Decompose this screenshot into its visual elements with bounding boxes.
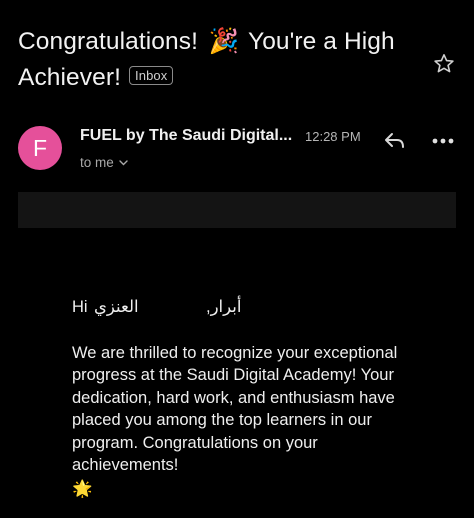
- sender-avatar[interactable]: F: [18, 126, 62, 170]
- sender-name[interactable]: FUEL by The Saudi Digital...: [80, 127, 292, 145]
- reply-icon: [385, 133, 404, 148]
- chevron-down-icon: [119, 154, 128, 169]
- email-header: Congratulations! 🎉 You're a High Achieve…: [18, 24, 418, 96]
- email-body: Hi العنزي أبرار, We are thrilled to reco…: [72, 296, 417, 501]
- email-paragraph: We are thrilled to recognize your except…: [72, 342, 417, 501]
- email-subject: Congratulations! 🎉 You're a High Achieve…: [18, 24, 418, 96]
- subject-text-start: Congratulations!: [18, 28, 205, 55]
- paragraph-text: We are thrilled to recognize your except…: [72, 344, 398, 475]
- email-greeting: Hi العنزي أبرار,: [72, 296, 417, 320]
- recipient-label: to me: [80, 155, 114, 170]
- sender-row: F FUEL by The Saudi Digital... 12:28 PM …: [18, 126, 456, 176]
- star-icon: [434, 54, 454, 73]
- glowing-star-emoji: 🌟: [72, 480, 93, 499]
- reply-button[interactable]: [382, 130, 408, 152]
- star-button[interactable]: [432, 52, 456, 76]
- recipient-given-name: أبرار,: [206, 298, 242, 316]
- more-horizontal-icon: [432, 138, 454, 144]
- email-banner-placeholder: [18, 192, 456, 228]
- recipient-family-name: العنزي: [94, 298, 139, 316]
- more-options-button[interactable]: [430, 130, 456, 152]
- party-popper-emoji: 🎉: [208, 28, 240, 55]
- email-timestamp: 12:28 PM: [305, 129, 361, 144]
- recipient-details-toggle[interactable]: to me: [80, 154, 128, 170]
- inbox-label-badge[interactable]: Inbox: [129, 66, 174, 85]
- greeting-hi: Hi: [72, 298, 88, 316]
